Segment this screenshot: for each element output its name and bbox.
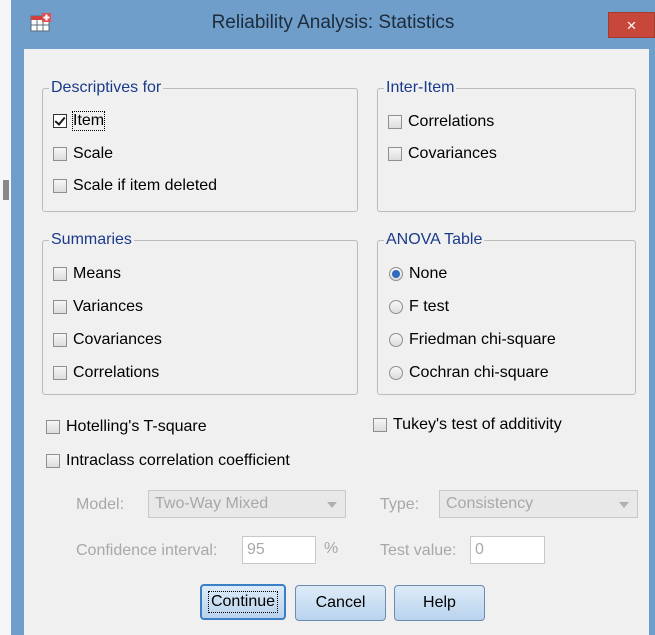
scale-checkbox-box[interactable] — [53, 147, 67, 161]
anova-f-test-label: F test — [409, 298, 450, 315]
test-value-label: Test value: — [380, 542, 457, 559]
anova-cochran-radio-circle[interactable] — [389, 366, 403, 380]
continue-button-label: Continue — [207, 591, 279, 613]
dialog-window: Reliability Analysis: Statistics × Descr… — [11, 0, 655, 635]
hotelling-checkbox[interactable]: Hotelling's T-square — [46, 418, 207, 436]
variances-checkbox[interactable]: Variances — [53, 298, 143, 316]
intraclass-checkbox-label: Intraclass correlation coefficient — [66, 452, 290, 469]
anova-none-radio-circle[interactable] — [389, 267, 403, 281]
item-checkbox-label: Item — [71, 111, 106, 131]
cancel-button-label: Cancel — [315, 594, 366, 611]
intraclass-checkbox[interactable]: Intraclass correlation coefficient — [46, 452, 290, 470]
scale-checkbox[interactable]: Scale — [53, 145, 113, 163]
inter-item-legend: Inter-Item — [384, 78, 457, 98]
item-checkbox[interactable]: Item — [53, 111, 106, 131]
means-checkbox-label: Means — [73, 265, 122, 282]
continue-button[interactable]: Continue — [200, 584, 286, 620]
help-button[interactable]: Help — [394, 585, 485, 621]
anova-legend: ANOVA Table — [384, 230, 485, 250]
summary-covariances-box[interactable] — [53, 333, 67, 347]
scale-if-deleted-checkbox[interactable]: Scale if item deleted — [53, 177, 217, 195]
type-label: Type: — [380, 496, 420, 513]
summary-correlations-checkbox[interactable]: Correlations — [53, 364, 159, 382]
anova-friedman-label: Friedman chi-square — [409, 331, 556, 348]
inter-item-covariances-label: Covariances — [408, 145, 497, 162]
summary-correlations-box[interactable] — [53, 366, 67, 380]
inter-item-correlations-checkbox[interactable]: Correlations — [388, 113, 494, 131]
hotelling-checkbox-box[interactable] — [46, 420, 60, 434]
inter-item-covariances-checkbox[interactable]: Covariances — [388, 145, 497, 163]
chevron-down-icon — [327, 502, 337, 508]
item-checkbox-box[interactable] — [53, 114, 67, 128]
summary-covariances-checkbox[interactable]: Covariances — [53, 331, 162, 349]
background-divider — [0, 0, 11, 635]
scale-if-deleted-checkbox-box[interactable] — [53, 179, 67, 193]
variances-checkbox-label: Variances — [73, 298, 143, 315]
anova-cochran-radio[interactable]: Cochran chi-square — [389, 364, 549, 382]
dialog-title: Reliability Analysis: Statistics — [211, 12, 455, 33]
anova-none-radio[interactable]: None — [389, 265, 447, 283]
confidence-interval-label: Confidence interval: — [76, 542, 218, 559]
model-dropdown-value: Two-Way Mixed — [155, 495, 269, 512]
tukey-checkbox-label: Tukey's test of additivity — [393, 416, 562, 433]
means-checkbox[interactable]: Means — [53, 265, 121, 283]
anova-f-test-radio-circle[interactable] — [389, 300, 403, 314]
model-dropdown[interactable]: Two-Way Mixed — [148, 490, 346, 518]
summaries-legend: Summaries — [49, 230, 134, 250]
summary-covariances-label: Covariances — [73, 331, 162, 348]
chevron-down-icon — [619, 502, 629, 508]
hotelling-checkbox-label: Hotelling's T-square — [66, 418, 207, 435]
variances-checkbox-box[interactable] — [53, 300, 67, 314]
scale-checkbox-label: Scale — [73, 145, 114, 162]
close-icon: × — [626, 16, 637, 35]
tukey-checkbox[interactable]: Tukey's test of additivity — [373, 416, 562, 434]
inter-item-covariances-box[interactable] — [388, 147, 402, 161]
close-button[interactable]: × — [608, 12, 655, 38]
intraclass-checkbox-box[interactable] — [46, 454, 60, 468]
summary-correlations-label: Correlations — [73, 364, 160, 381]
anova-friedman-radio[interactable]: Friedman chi-square — [389, 331, 556, 349]
anova-none-label: None — [409, 265, 448, 282]
dialog-body: Descriptives for Item Scale Scale if ite… — [24, 49, 649, 635]
type-dropdown-value: Consistency — [446, 495, 534, 512]
confidence-percent-label: % — [324, 540, 339, 557]
cancel-button[interactable]: Cancel — [295, 585, 386, 621]
tukey-checkbox-box[interactable] — [373, 418, 387, 432]
confidence-interval-input[interactable]: 95 — [242, 536, 316, 564]
anova-cochran-label: Cochran chi-square — [409, 364, 549, 381]
anova-friedman-radio-circle[interactable] — [389, 333, 403, 347]
inter-item-correlations-box[interactable] — [388, 115, 402, 129]
inter-item-correlations-label: Correlations — [408, 113, 495, 130]
test-value-input[interactable]: 0 — [470, 536, 545, 564]
model-label: Model: — [76, 496, 125, 513]
help-button-label: Help — [423, 594, 456, 611]
type-dropdown[interactable]: Consistency — [439, 490, 638, 518]
descriptives-legend: Descriptives for — [49, 78, 164, 98]
means-checkbox-box[interactable] — [53, 267, 67, 281]
background-divider — [3, 180, 9, 200]
anova-f-test-radio[interactable]: F test — [389, 298, 449, 316]
title-bar[interactable]: Reliability Analysis: Statistics × — [11, 0, 655, 49]
scale-if-deleted-checkbox-label: Scale if item deleted — [73, 177, 218, 194]
